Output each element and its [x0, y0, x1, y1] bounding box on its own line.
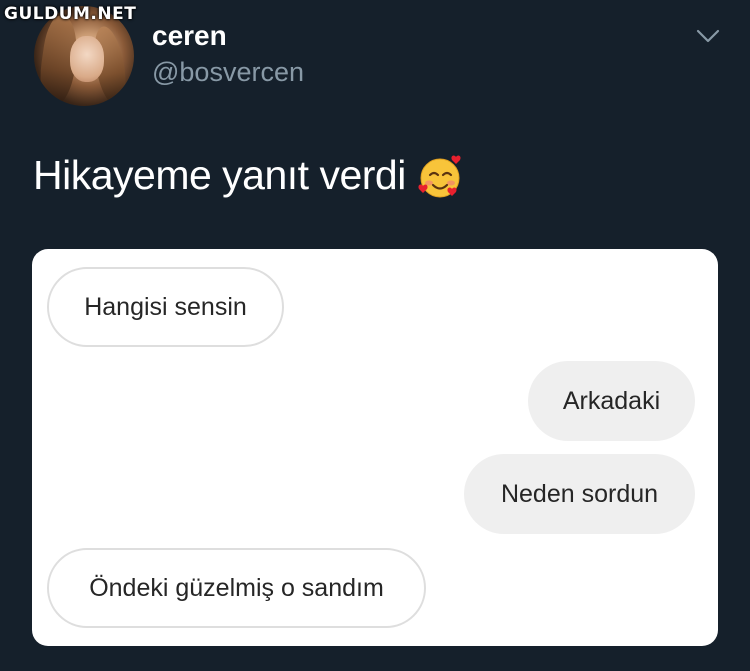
watermark: GULDUM.NET — [4, 4, 137, 24]
message-received-1: Hangisi sensin — [47, 267, 284, 347]
tweet-text: Hikayeme yanıt verdi — [33, 152, 464, 199]
user-handle[interactable]: @bosvercen — [152, 57, 304, 88]
message-sent-2: Neden sordun — [464, 454, 695, 534]
chat-screenshot-card: Hangisi sensin Arkadaki Neden sordun Önd… — [32, 249, 718, 646]
tweet-text-label: Hikayeme yanıt verdi — [33, 152, 406, 198]
message-received-2: Öndeki güzelmiş o sandım — [47, 548, 426, 628]
user-name[interactable]: ceren — [152, 20, 227, 52]
smiling-face-with-hearts-icon — [418, 155, 461, 197]
message-sent-1: Arkadaki — [528, 361, 695, 441]
chevron-down-icon[interactable] — [696, 26, 720, 46]
